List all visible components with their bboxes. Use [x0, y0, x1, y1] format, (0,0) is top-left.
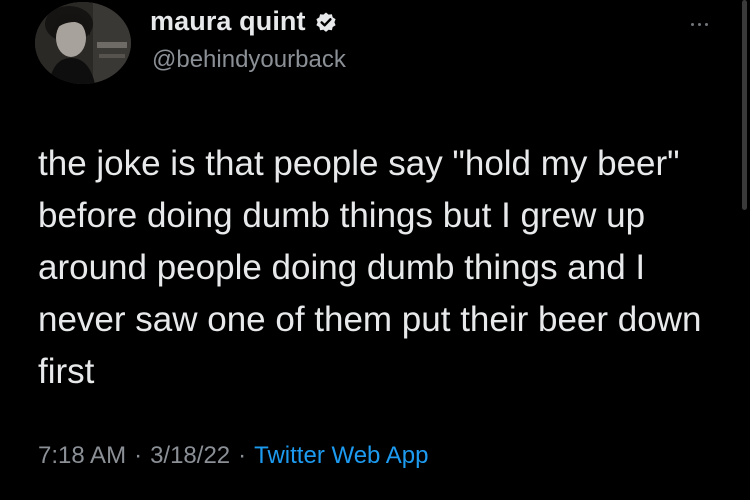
tweet-time[interactable]: 7:18 AM	[38, 442, 126, 470]
more-dot	[690, 22, 694, 26]
scrollbar-thumb[interactable]	[742, 0, 747, 210]
author-name-row[interactable]: maura quint	[150, 6, 338, 37]
tweet-text: the joke is that people say "hold my bee…	[38, 144, 702, 391]
author-handle[interactable]: @behindyourback	[152, 46, 346, 74]
tweet-source-link[interactable]: Twitter Web App	[254, 442, 428, 470]
tweet-card: maura quint @behindyourback the joke is …	[0, 0, 750, 500]
tweet-date[interactable]: 3/18/22	[150, 442, 230, 470]
meta-separator: ·	[134, 442, 143, 469]
more-dot	[697, 22, 701, 26]
tweet-metadata: 7:18 AM · 3/18/22 · Twitter Web App	[38, 442, 428, 470]
verified-badge-icon	[314, 11, 338, 35]
more-dot	[704, 22, 708, 26]
avatar-photo	[35, 2, 131, 84]
meta-separator: ·	[238, 442, 247, 469]
avatar[interactable]	[35, 2, 131, 84]
author-display-name[interactable]: maura quint	[150, 6, 306, 37]
scrollbar[interactable]	[740, 0, 750, 215]
more-options-icon[interactable]	[681, 16, 717, 32]
